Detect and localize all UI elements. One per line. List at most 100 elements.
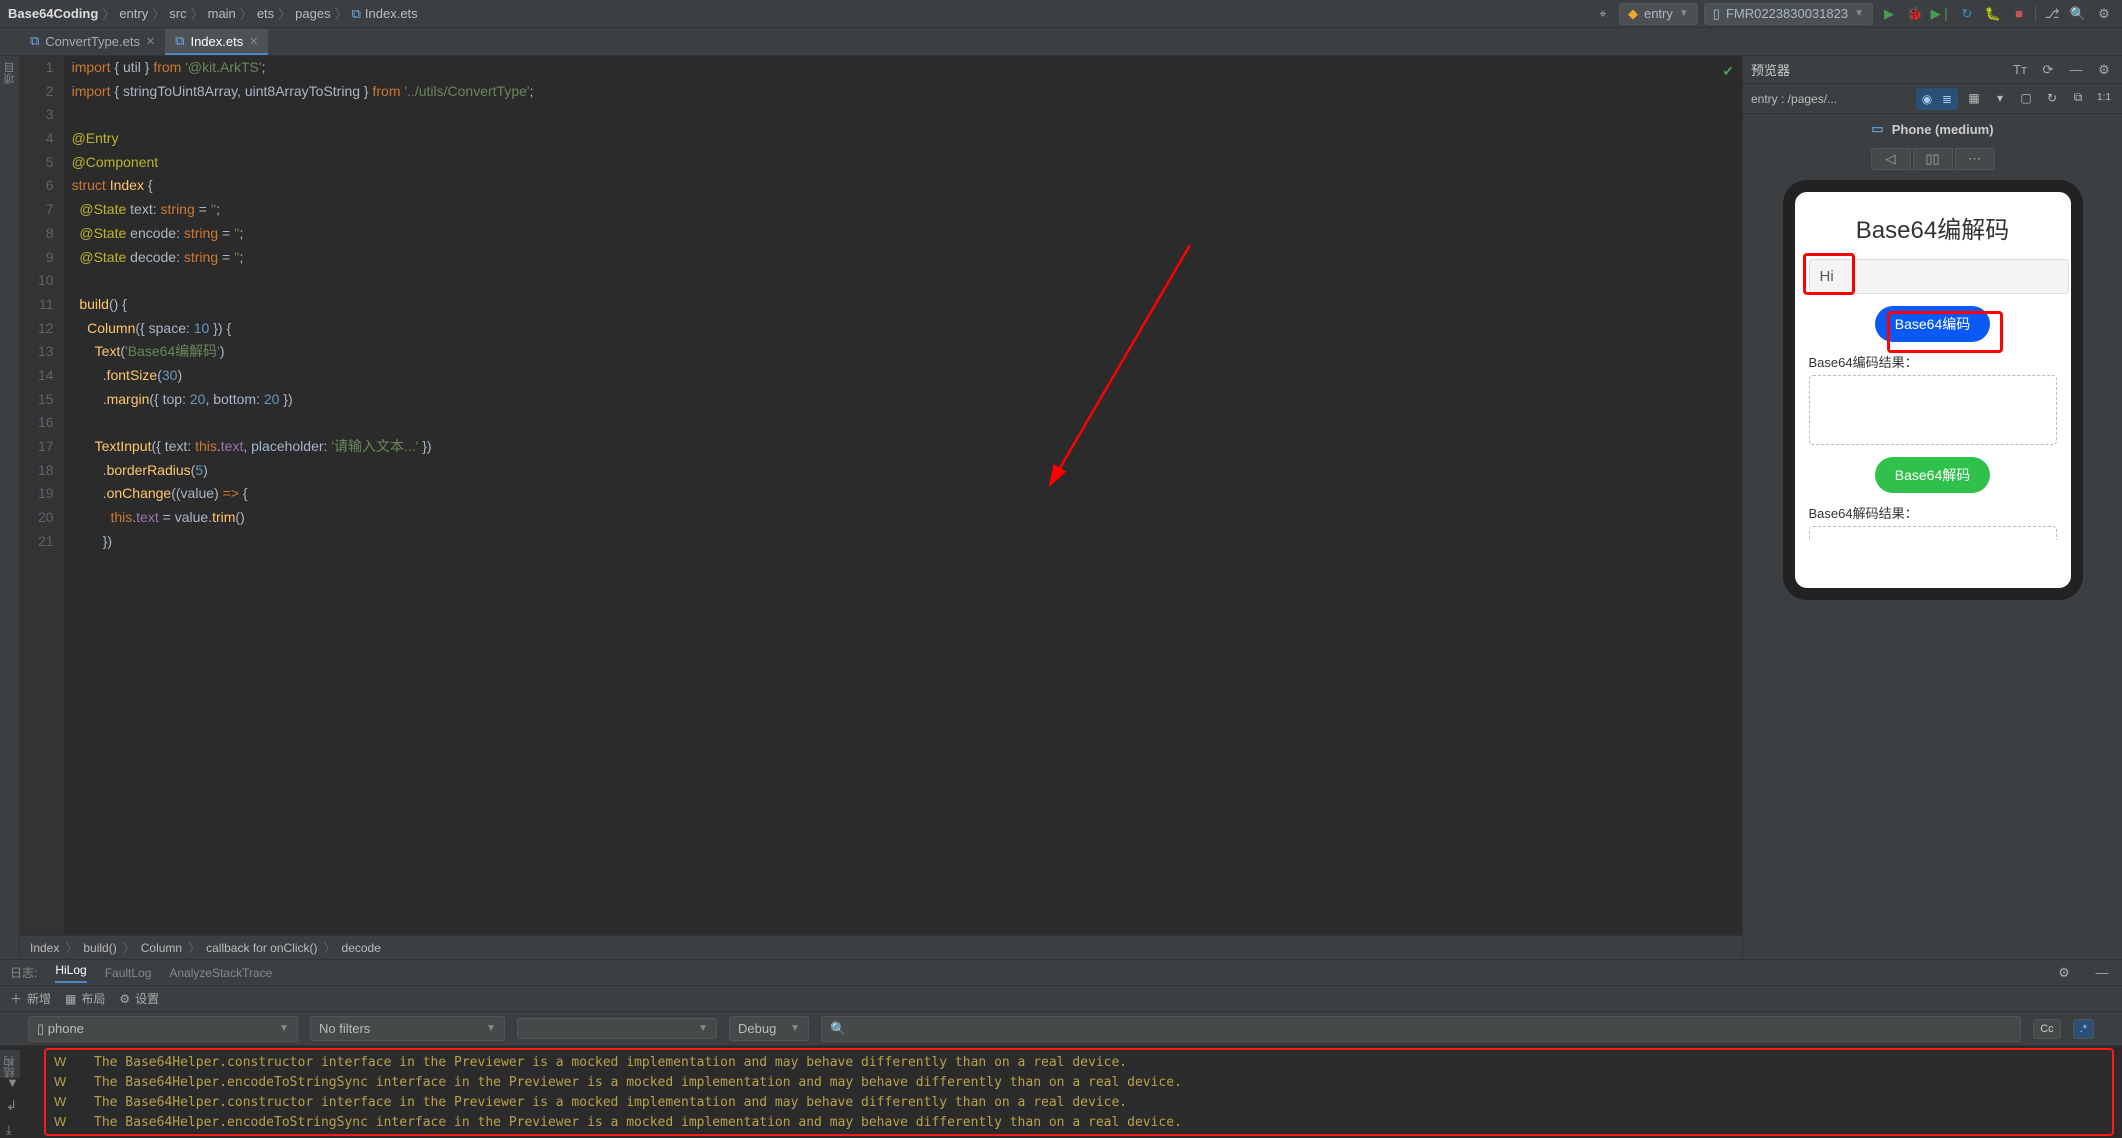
device-profile: ▭ Phone (medium) (1743, 114, 2122, 144)
decode-result-label: Base64解码结果： (1809, 503, 2057, 522)
previewer-title: 预览器 (1751, 60, 1790, 79)
log-layout[interactable]: ▦布局 (65, 990, 105, 1007)
nav-more[interactable]: ⋯ (1955, 148, 1995, 170)
gear-icon: ⚙ (119, 992, 130, 1006)
log-device-select[interactable]: ▯ phone ▼ (28, 1016, 298, 1042)
breadcrumb-project[interactable]: Base64Coding (8, 6, 98, 21)
text-input[interactable] (1809, 259, 2069, 294)
layers-icon[interactable]: ≣ (1938, 90, 1956, 108)
preview-path: entry : /pages/... (1751, 92, 1837, 106)
crumb-struct[interactable]: Index (30, 941, 59, 955)
nav-back[interactable]: ◁ (1871, 148, 1911, 170)
file-icon: ⧉ (352, 6, 361, 22)
decode-button[interactable]: Base64解码 (1875, 457, 1990, 493)
tab-label: ConvertType.ets (45, 34, 140, 49)
text-icon[interactable]: Tᴛ (2010, 60, 2030, 80)
tab-index[interactable]: ⧉ Index.ets ✕ (165, 29, 268, 55)
close-icon[interactable]: ✕ (146, 35, 155, 48)
coverage-button[interactable]: ▶❘ (1931, 4, 1951, 24)
code-body[interactable]: import { util } from '@kit.ArkTS';import… (64, 56, 534, 935)
log-search[interactable]: 🔍 (821, 1016, 2021, 1042)
crosshair-icon[interactable]: ⌖ (1593, 4, 1613, 24)
close-icon[interactable]: ✕ (249, 35, 258, 48)
search-icon: 🔍 (830, 1021, 846, 1037)
chevron-down-icon: ▼ (1679, 8, 1689, 19)
log-output[interactable]: ▲ ▼ ↲ ⤓ WThe Base64Helper.constructor in… (0, 1046, 2122, 1138)
log-add[interactable]: ＋新增 (10, 990, 51, 1007)
plus-icon: ＋ (10, 990, 22, 1007)
crumb-callback[interactable]: callback for onClick() (206, 941, 317, 955)
log-panel-label: 日志: (10, 964, 37, 981)
run-config-selector[interactable]: ◆ entry ▼ (1619, 3, 1698, 25)
search-button[interactable]: 🔍 (2068, 4, 2088, 24)
nav-split[interactable]: ▯▯ (1913, 148, 1953, 170)
gear-icon[interactable]: ⚙ (2054, 963, 2074, 983)
log-tab-analyze[interactable]: AnalyzeStackTrace (169, 966, 272, 980)
breadcrumb: Base64Coding 〉 entry 〉 src 〉 main 〉 ets … (8, 4, 1589, 23)
breadcrumb-ets[interactable]: ets (257, 6, 274, 21)
refresh-button[interactable]: ↻ (1957, 4, 1977, 24)
app-heading: Base64编解码 (1809, 210, 2057, 245)
log-tab-faultlog[interactable]: FaultLog (105, 966, 152, 980)
debug-button[interactable]: 🐞 (1905, 4, 1925, 24)
eye-icon[interactable]: ◉ (1918, 90, 1936, 108)
minimize-icon[interactable]: — (2066, 60, 2086, 80)
tablet-icon: ▭ (1871, 121, 1883, 137)
log-level-select[interactable]: Debug▼ (729, 1016, 809, 1041)
tab-converttype[interactable]: ⧉ ConvertType.ets ✕ (20, 29, 165, 55)
run-config-label: entry (1644, 6, 1673, 21)
log-filter-select[interactable]: No filters▼ (310, 1016, 505, 1041)
gear-icon[interactable]: ⚙ (2094, 60, 2114, 80)
settings-button[interactable]: ⚙ (2094, 4, 2114, 24)
inspection-ok-icon: ✔ (1722, 60, 1734, 84)
log-panel: 日志: HiLog FaultLog AnalyzeStackTrace ⚙ —… (0, 959, 2122, 1138)
device-label: FMR0223830031823 (1726, 6, 1848, 21)
file-icon: ⧉ (30, 33, 39, 49)
encode-result-label: Base64编码结果： (1809, 352, 2057, 371)
file-icon: ⧉ (175, 33, 184, 49)
phone-icon: ▯ (37, 1021, 48, 1036)
crumb-build[interactable]: build() (83, 941, 116, 955)
reload-icon[interactable]: ⟳ (2038, 60, 2058, 80)
breadcrumb-file[interactable]: Index.ets (365, 6, 418, 21)
breadcrumb-entry[interactable]: entry (119, 6, 148, 21)
log-cc-toggle[interactable]: Cc (2033, 1019, 2060, 1039)
run-button[interactable]: ▶ (1879, 4, 1899, 24)
preview-mode-toggle[interactable]: ◉ ≣ (1916, 88, 1958, 110)
decode-result-box (1809, 526, 2057, 540)
external-icon[interactable]: ⧉ (2068, 88, 2088, 108)
scroll-end-icon[interactable]: ⤓ (6, 1122, 19, 1138)
oneone-icon[interactable]: 1:1 (2094, 88, 2114, 108)
minimize-icon[interactable]: — (2092, 963, 2112, 983)
encode-result-box (1809, 375, 2057, 445)
encode-button[interactable]: Base64编码 (1875, 306, 1990, 342)
left-tool-strip: 项目 (0, 56, 20, 959)
line-gutter: 123456789101112131415161718192021 (20, 56, 64, 935)
tool-project[interactable]: 项目 (2, 62, 18, 84)
tool-structure[interactable]: 结构 (2, 1056, 18, 1078)
code-editor[interactable]: 123456789101112131415161718192021 import… (20, 56, 1742, 935)
log-regex-toggle[interactable]: .* (2073, 1019, 2094, 1039)
breadcrumb-pages[interactable]: pages (295, 6, 330, 21)
device-selector[interactable]: ▯ FMR0223830031823 ▼ (1704, 3, 1873, 25)
rotate-icon[interactable]: ↻ (2042, 88, 2062, 108)
crumb-decode[interactable]: decode (342, 941, 381, 955)
git-button[interactable]: ⎇ (2042, 4, 2062, 24)
wrap-icon[interactable]: ↲ (6, 1098, 19, 1114)
log-settings[interactable]: ⚙设置 (119, 990, 159, 1007)
stop-button[interactable]: ■ (2009, 4, 2029, 24)
grid-icon[interactable]: ▦ (1964, 88, 1984, 108)
chevron-down-icon: ▼ (1854, 8, 1864, 19)
crumb-column[interactable]: Column (141, 941, 182, 955)
previewer-panel: 预览器 Tᴛ ⟳ — ⚙ entry : /pages/... ◉ ≣ ▦ ▾ (1742, 56, 2122, 959)
log-tab-hilog[interactable]: HiLog (55, 963, 86, 983)
chevron-right-icon: 〉 (102, 4, 115, 23)
crop-icon[interactable]: ▢ (2016, 88, 2036, 108)
phone-icon: ▯ (1713, 6, 1720, 22)
breadcrumb-src[interactable]: src (169, 6, 186, 21)
top-toolbar: Base64Coding 〉 entry 〉 src 〉 main 〉 ets … (0, 0, 2122, 28)
log-tag-select[interactable]: ▼ (517, 1018, 717, 1039)
attach-button[interactable]: 🐛 (1983, 4, 2003, 24)
breadcrumb-main[interactable]: main (208, 6, 236, 21)
chevron-down-icon[interactable]: ▾ (1990, 88, 2010, 108)
